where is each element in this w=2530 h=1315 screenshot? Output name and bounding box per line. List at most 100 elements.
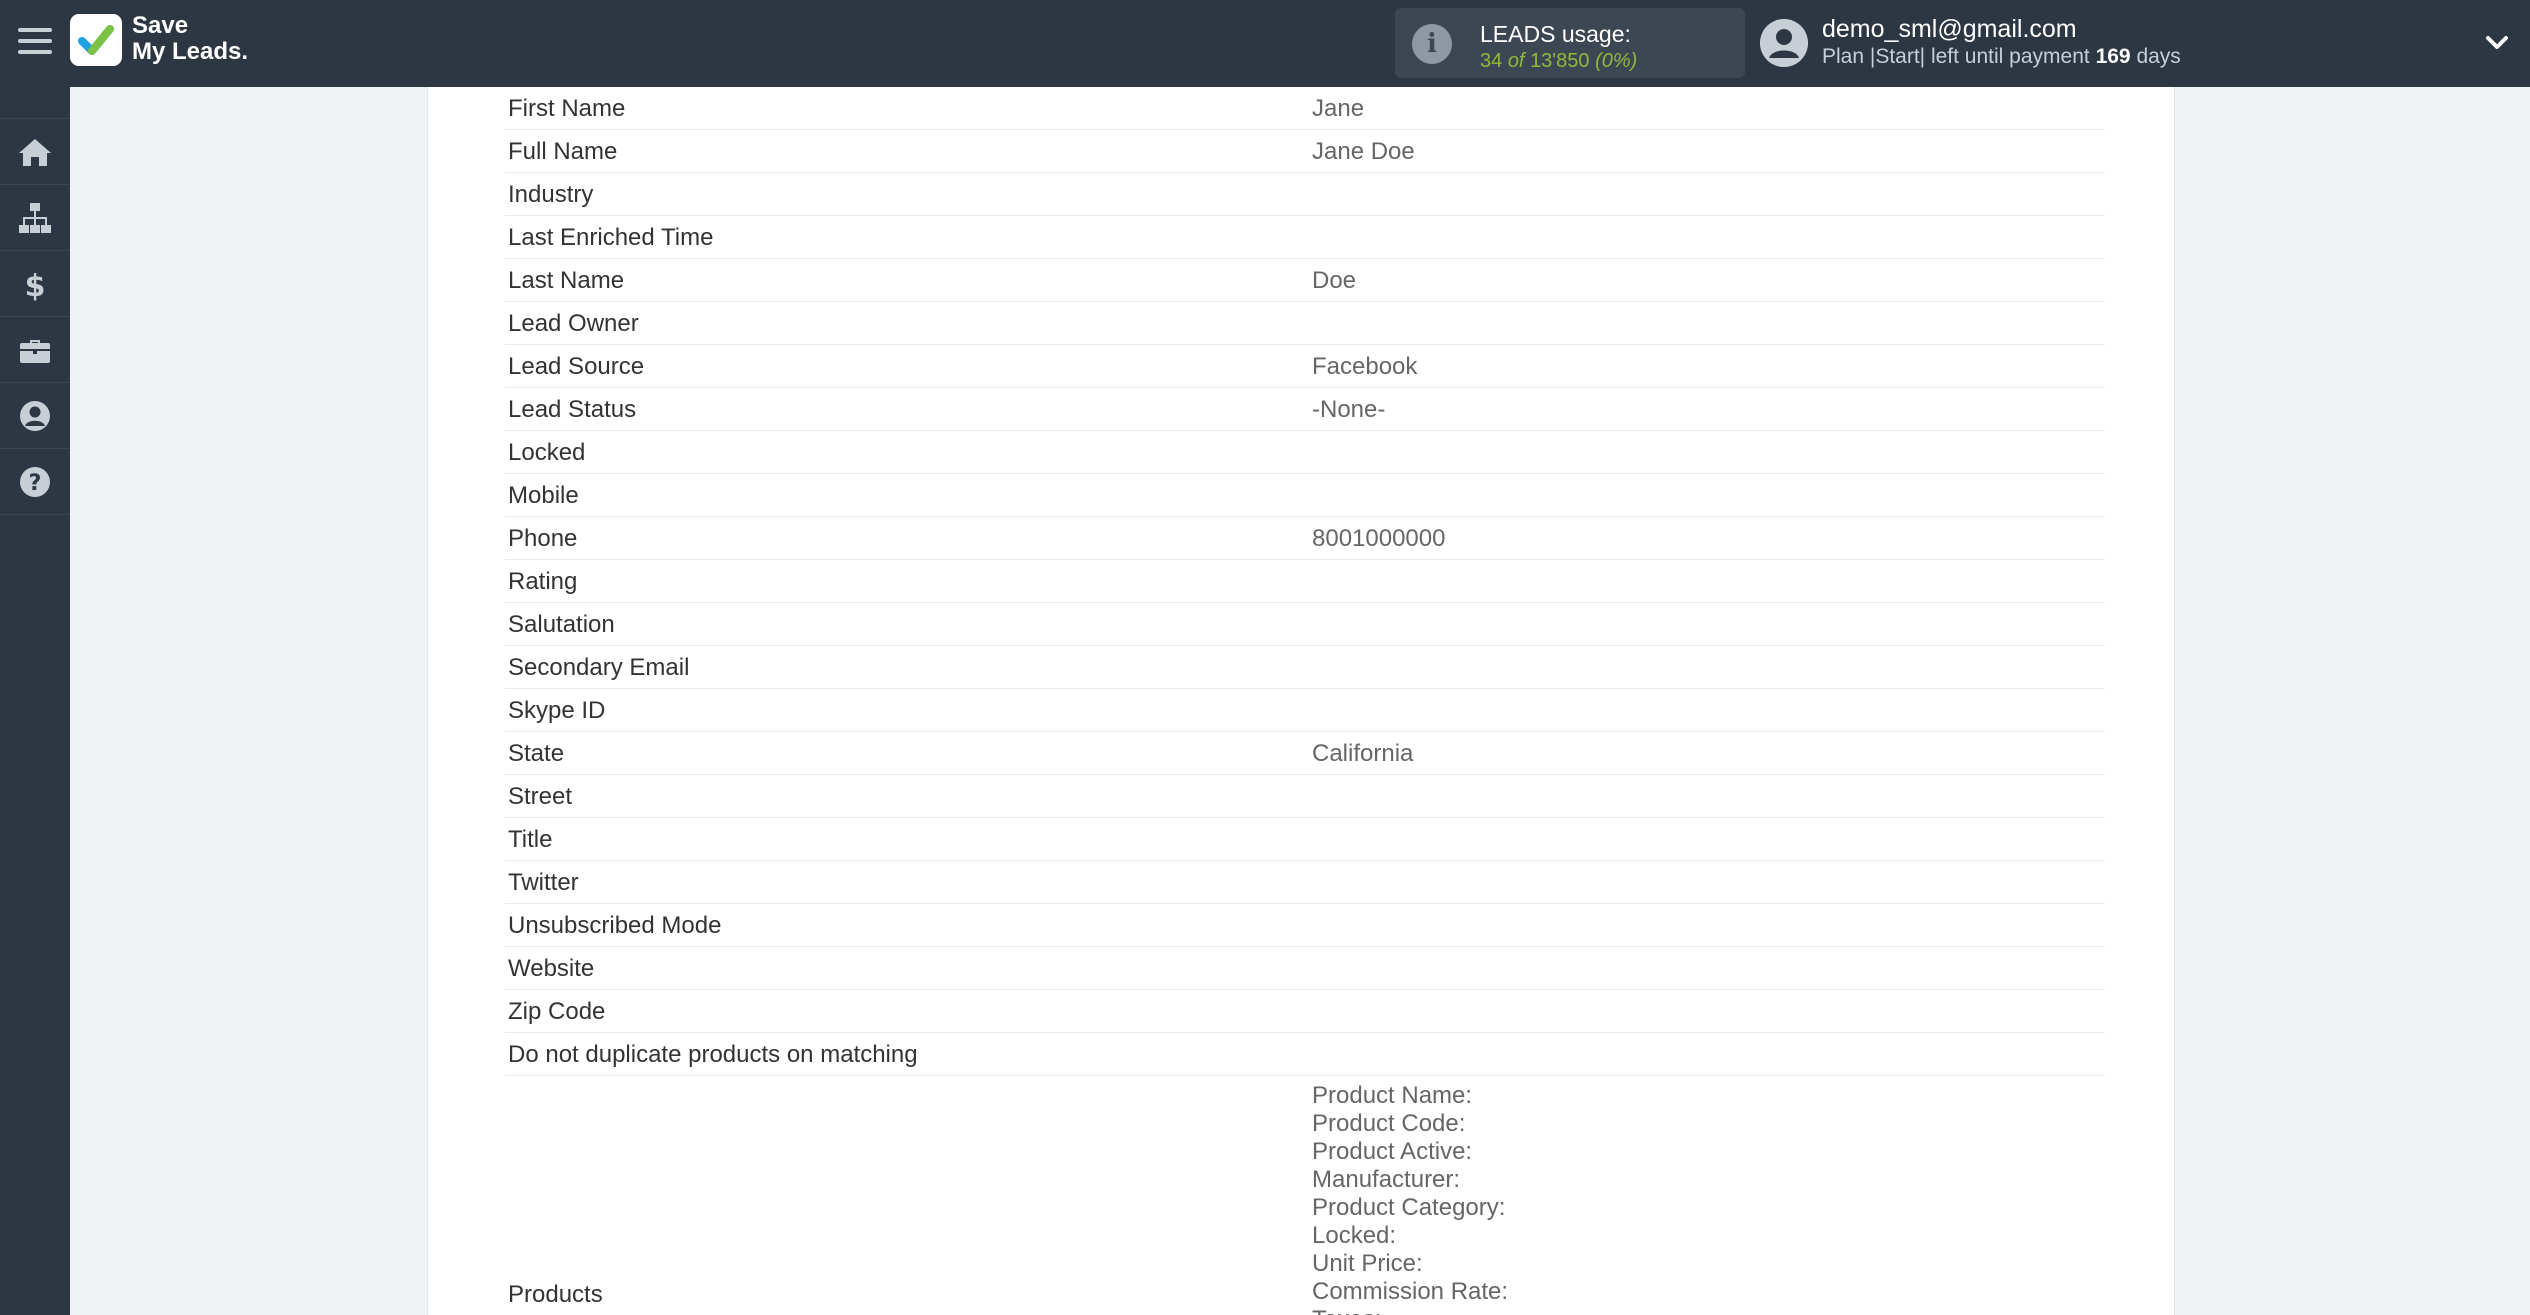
field-row-twitter: Twitter — [505, 861, 2105, 904]
main-panel: First Name Jane Full Name Jane Doe Industry L… — [427, 87, 2175, 1315]
field-value: California — [1312, 740, 1414, 767]
field-row-rating: Rating — [505, 560, 2105, 603]
field-row-skype-id: Skype ID — [505, 689, 2105, 732]
brand-line-2: My Leads. — [132, 38, 249, 65]
field-label: Last Name — [508, 267, 625, 294]
brand-line-1: Save — [132, 12, 189, 39]
sidebar-item-billing[interactable]: $ — [0, 251, 70, 317]
field-row-phone: Phone 8001000000 — [505, 517, 2105, 560]
field-label: Products — [508, 1281, 603, 1308]
field-label: Rating — [508, 568, 578, 595]
sidebar-item-account[interactable] — [0, 383, 70, 449]
svg-text:$: $ — [25, 269, 46, 302]
leads-percent: (0%) — [1595, 50, 1638, 72]
field-row-industry: Industry — [505, 173, 2105, 216]
plan-info: Plan |Start| left until payment 169 days — [1822, 45, 2181, 69]
field-value: 8001000000 — [1312, 525, 1446, 552]
field-row-lead-source: Lead Source Facebook — [505, 345, 2105, 388]
product-attribute: Product Active: — [1312, 1138, 1473, 1165]
product-attribute: Taxes: — [1312, 1306, 1508, 1315]
sidebar-item-connections[interactable] — [0, 185, 70, 251]
field-row-zip-code: Zip Code — [505, 990, 2105, 1033]
sidebar-item-tools[interactable] — [0, 317, 70, 383]
field-label: Skype ID — [508, 697, 606, 724]
field-value: Doe — [1312, 267, 1357, 294]
field-label: Lead Status — [508, 396, 637, 423]
field-row-unsubscribed-mode: Unsubscribed Mode — [505, 904, 2105, 947]
field-row-mobile: Mobile — [505, 474, 2105, 517]
field-label: Street — [508, 783, 573, 810]
field-label: Mobile — [508, 482, 579, 509]
leads-total: 13'850 — [1530, 50, 1590, 72]
logo-check-icon — [78, 25, 114, 55]
logo[interactable] — [70, 14, 122, 66]
field-label: Website — [508, 955, 595, 982]
field-label: Lead Source — [508, 353, 645, 380]
product-attribute: Product Name: — [1312, 1082, 1473, 1109]
brand-name: Save My Leads. — [132, 13, 248, 65]
sidebar: $ ? — [0, 87, 70, 1315]
field-row-lead-status: Lead Status -None- — [505, 388, 2105, 431]
field-table: First Name Jane Full Name Jane Doe Industry L… — [505, 87, 2105, 1315]
sidebar-item-help[interactable]: ? — [0, 449, 70, 515]
field-label: Phone — [508, 525, 578, 552]
field-value: Jane Doe — [1312, 138, 1415, 165]
field-value: Facebook — [1312, 353, 1418, 380]
briefcase-icon — [20, 339, 50, 363]
top-bar: Save My Leads. i LEADS usage: 34 of 13'8… — [0, 0, 2530, 87]
field-label: Zip Code — [508, 998, 606, 1025]
field-label: Last Enriched Time — [508, 224, 714, 251]
plan-prefix: Plan |Start| left until payment — [1822, 45, 2090, 68]
field-label: First Name — [508, 95, 626, 122]
leads-of: of — [1507, 50, 1525, 72]
dollar-icon: $ — [25, 269, 46, 302]
field-label: Twitter — [508, 869, 579, 896]
field-label: Secondary Email — [508, 654, 690, 681]
leads-usage-value: 34 of 13'850 (0%) — [1480, 50, 1637, 73]
sitemap-icon — [19, 202, 51, 233]
sidebar-spacer — [0, 87, 70, 119]
field-label: Full Name — [508, 138, 618, 165]
field-row-first-name: First Name Jane — [505, 87, 2105, 130]
field-row-title: Title — [505, 818, 2105, 861]
account-email: demo_sml@gmail.com — [1822, 15, 2077, 43]
field-label: Do not duplicate products on matching — [508, 1041, 918, 1068]
product-attribute: Commission Rate: — [1312, 1278, 1509, 1305]
product-attribute: Product Category: — [1312, 1194, 1506, 1221]
field-label: Unsubscribed Mode — [508, 912, 722, 939]
question-circle-icon: ? — [20, 466, 50, 497]
product-attribute: Manufacturer: — [1312, 1166, 1461, 1193]
plan-days-count: 169 — [2095, 45, 2131, 68]
field-label: State — [508, 740, 565, 767]
field-row-state: State California — [505, 732, 2105, 775]
field-label: Title — [508, 826, 553, 853]
home-icon — [19, 138, 51, 166]
field-label: Lead Owner — [508, 310, 639, 337]
field-row-lead-owner: Lead Owner — [505, 302, 2105, 345]
field-row-salutation: Salutation — [505, 603, 2105, 646]
field-row-products: Products Product Name: Product Code: Produc… — [505, 1076, 2105, 1315]
field-row-full-name: Full Name Jane Doe — [505, 130, 2105, 173]
menu-icon[interactable] — [18, 24, 52, 58]
plan-days-suffix: days — [2136, 45, 2181, 68]
leads-usage-widget[interactable]: i LEADS usage: 34 of 13'850 (0%) — [1395, 8, 1745, 78]
field-label: Locked — [508, 439, 586, 466]
info-icon: i — [1412, 24, 1452, 64]
product-attribute: Product Code: — [1312, 1110, 1466, 1137]
avatar-icon[interactable] — [1760, 19, 1808, 67]
product-attribute: Locked: — [1312, 1222, 1397, 1249]
product-attribute: Unit Price: — [1312, 1250, 1423, 1277]
svg-text:?: ? — [29, 471, 42, 496]
field-row-last-name: Last Name Doe — [505, 259, 2105, 302]
field-value: Jane — [1312, 95, 1365, 122]
field-row-do-not-duplicate-products-on-matching: Do not duplicate products on matching — [505, 1033, 2105, 1076]
sidebar-item-home[interactable] — [0, 119, 70, 185]
field-row-street: Street — [505, 775, 2105, 818]
leads-used: 34 — [1480, 50, 1503, 72]
field-row-last-enriched-time: Last Enriched Time — [505, 216, 2105, 259]
chevron-down-icon[interactable] — [2482, 28, 2512, 58]
leads-usage-label: LEADS usage: — [1480, 21, 1631, 47]
products-list: Product Name: Product Code: Product Active… — [1312, 1082, 1508, 1315]
field-row-website: Website — [505, 947, 2105, 990]
field-label: Industry — [508, 181, 594, 208]
